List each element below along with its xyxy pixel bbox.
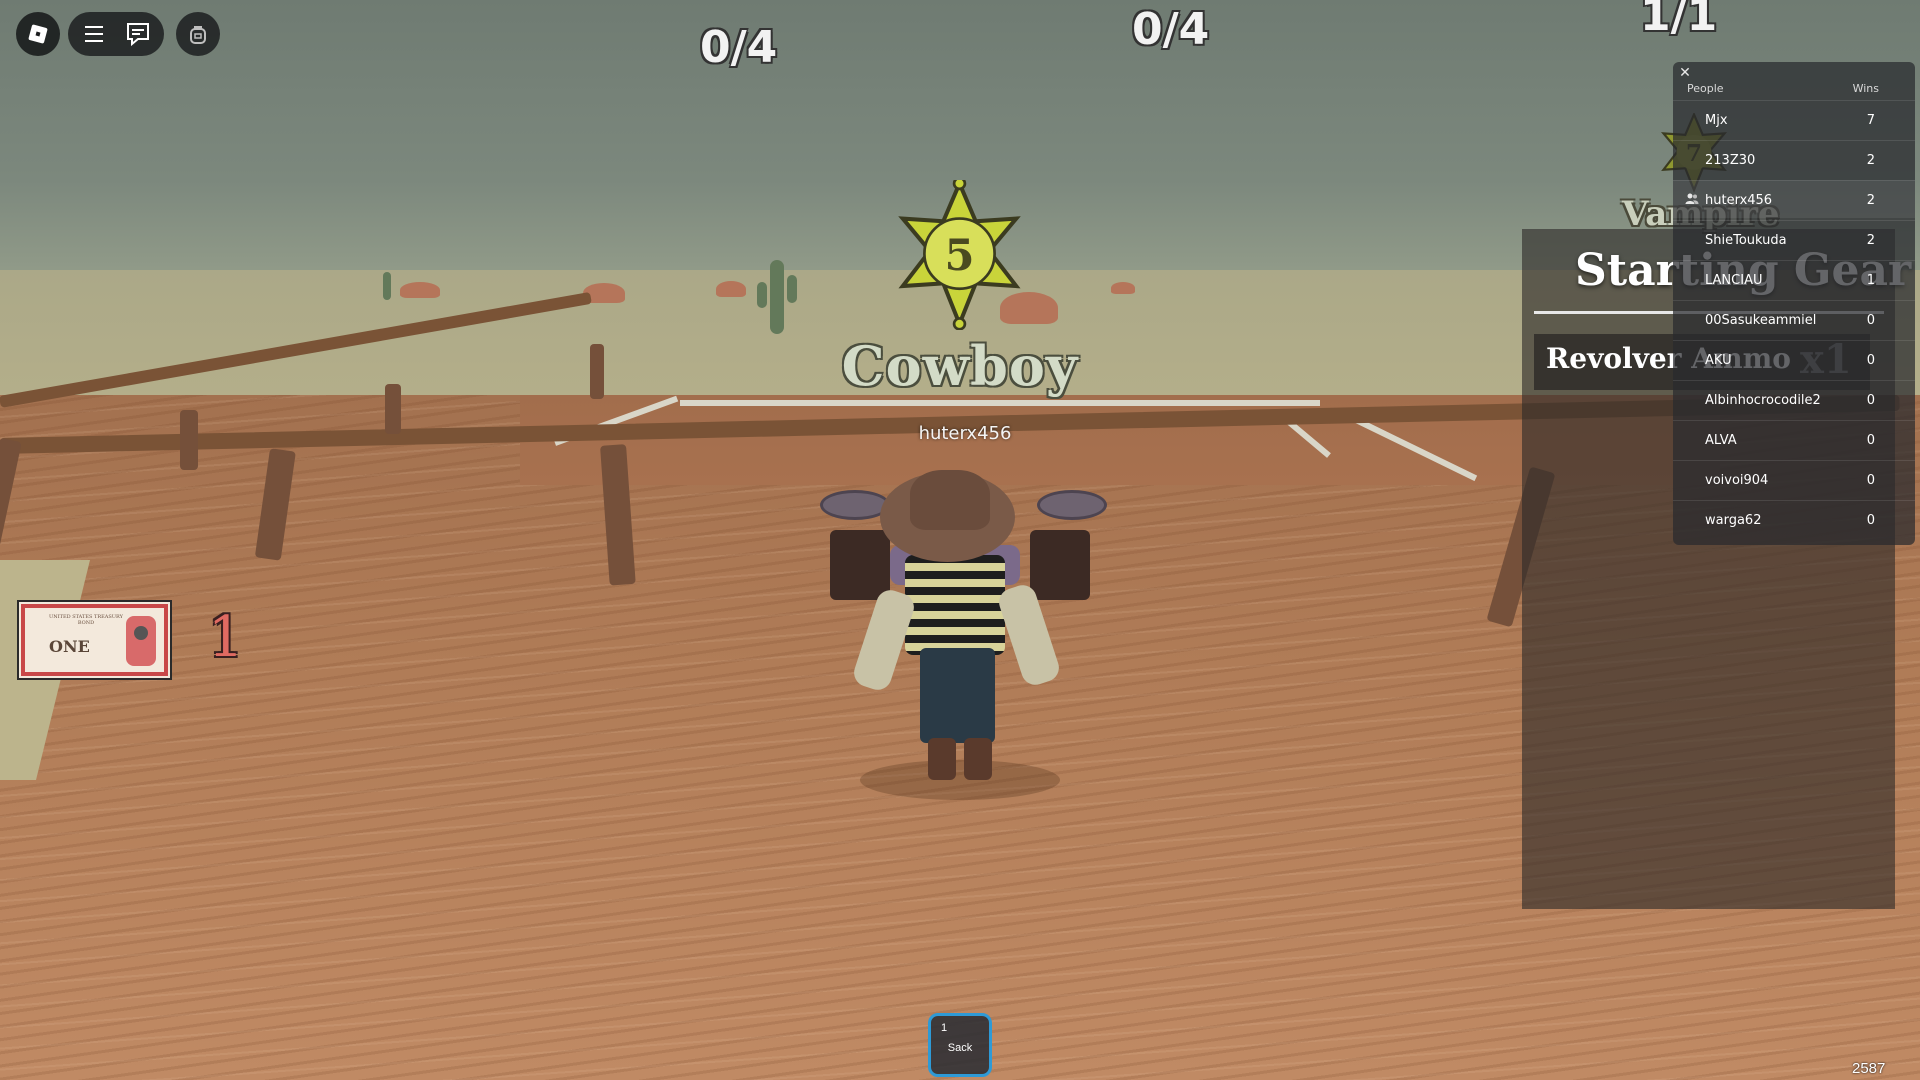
player-wins: 0 — [1866, 473, 1875, 488]
tesla-coil-right — [1037, 490, 1107, 520]
menu-chat-group — [68, 12, 164, 56]
hotbar-slot-key: 1 — [941, 1022, 948, 1034]
player-wins: 2 — [1866, 153, 1875, 168]
hotbar-slot-label: Sack — [947, 1042, 973, 1054]
leaderboard-row[interactable]: AKU 0 — [1673, 340, 1915, 378]
cactus — [383, 272, 391, 300]
leaderboard-row[interactable]: Albinhocrocodile2 0 — [1673, 380, 1915, 418]
player-name: Albinhocrocodile2 — [1705, 393, 1821, 408]
corner-counter: 2587 — [1852, 1060, 1886, 1077]
leaderboard-row[interactable]: voivoi904 0 — [1673, 460, 1915, 498]
column-header-wins: Wins — [1852, 82, 1879, 95]
player-wins: 0 — [1866, 433, 1875, 448]
character-boot — [964, 738, 992, 780]
player-name: ALVA — [1705, 433, 1737, 448]
player-wins: 0 — [1866, 313, 1875, 328]
rock — [1111, 282, 1135, 294]
backpack-button[interactable] — [176, 12, 220, 56]
bond-seal-icon — [126, 616, 156, 666]
chat-icon — [127, 23, 149, 47]
class-name-label: Cowboy — [841, 334, 1079, 398]
leaderboard-header: People Wins — [1673, 78, 1915, 100]
player-name: huterx456 — [1705, 193, 1773, 208]
character-legs — [920, 648, 995, 743]
cactus — [787, 275, 797, 303]
leaderboard-row[interactable]: LANCIAU 1 — [1673, 260, 1915, 298]
team-score-middle: 0/4 — [1132, 4, 1210, 55]
cactus — [770, 260, 784, 334]
player-name: ShieToukuda — [1705, 233, 1787, 248]
character-boot — [928, 738, 956, 780]
team-score-left: 0/4 — [700, 22, 778, 73]
team-score-right: 1/1 — [1640, 0, 1718, 41]
leaderboard-row[interactable]: 213Z30 2 — [1673, 140, 1915, 178]
menu-button[interactable] — [72, 12, 116, 56]
fence-post — [385, 384, 401, 434]
menu-icon — [85, 26, 103, 42]
hotbar-slot-sack[interactable]: 1 Sack — [928, 1013, 992, 1077]
rock — [716, 281, 746, 297]
bond-fine-print: UNITED STATES TREASURY BOND — [49, 614, 123, 626]
character-torso — [905, 555, 1005, 655]
friends-icon — [1685, 193, 1699, 204]
player-wins: 0 — [1866, 513, 1875, 528]
player-wins: 7 — [1866, 113, 1875, 128]
sheriff-star-badge: 5 — [898, 180, 1021, 330]
bond-count: 1 — [208, 605, 244, 670]
roblox-menu-button[interactable] — [16, 12, 60, 56]
cactus — [757, 282, 767, 308]
player-name: 00Sasukeammiel — [1705, 313, 1817, 328]
player-name: warga62 — [1705, 513, 1762, 528]
player-wins: 1 — [1866, 273, 1875, 288]
leaderboard-row-self[interactable]: huterx456 2 — [1673, 180, 1915, 218]
player-name: AKU — [1705, 353, 1732, 368]
leaderboard-row[interactable]: ALVA 0 — [1673, 420, 1915, 458]
player-name: 213Z30 — [1705, 153, 1756, 168]
character-shadow — [860, 760, 1060, 800]
player-wins: 0 — [1866, 393, 1875, 408]
machine-right — [1030, 530, 1090, 600]
fence-post — [180, 410, 198, 470]
fence-post — [590, 344, 604, 399]
bond-denomination: ONE — [49, 637, 90, 656]
badge-number: 5 — [944, 230, 974, 281]
player-wins: 2 — [1866, 193, 1875, 208]
player-name-tag: huterx456 — [918, 423, 1012, 444]
leaderboard-row[interactable]: warga62 0 — [1673, 500, 1915, 538]
player-name: LANCIAU — [1705, 273, 1763, 288]
chat-button[interactable] — [116, 12, 160, 56]
player-name: voivoi904 — [1705, 473, 1769, 488]
floor-marking — [680, 400, 1320, 406]
leaderboard-row[interactable]: Mjx 7 — [1673, 100, 1915, 138]
backpack-icon — [190, 26, 206, 44]
leaderboard-row[interactable]: ShieToukuda 2 — [1673, 220, 1915, 258]
player-name: Mjx — [1705, 113, 1728, 128]
machine-left — [830, 530, 890, 600]
treasury-bond-icon: UNITED STATES TREASURY BOND ONE — [17, 600, 172, 680]
leaderboard-row[interactable]: 00Sasukeammiel 0 — [1673, 300, 1915, 338]
player-wins: 2 — [1866, 233, 1875, 248]
roblox-logo-icon — [28, 24, 48, 44]
column-header-people: People — [1687, 82, 1724, 95]
character-hat — [910, 470, 990, 530]
player-wins: 0 — [1866, 353, 1875, 368]
rock — [400, 282, 440, 298]
